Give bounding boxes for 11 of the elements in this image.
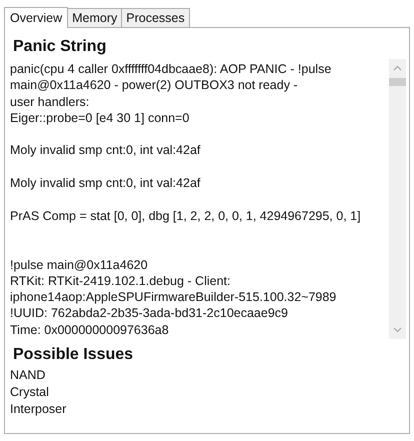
issue-item: NAND [10,367,46,384]
tab[interactable]: Processes [122,8,190,27]
issue-item: Crystal [10,384,49,401]
panic-text: panic(cpu 4 caller 0xfffffff04dbcaae8): AOP PANIC - !pulse main@0x11a4620 - power(2) OUTBOX3 not ready - user handlers: Eiger::probe=0 [e4 30 1] conn=0 Moly invalid smp cnt:0, int val:42af Moly invalid smp cnt:0, int val:42af PrAS Comp = stat [0, 0], dbg [1, 2, 2, 0, 0, 1, 4294967295, 0, 1] !pulse main@0x11a4620 RTKit: RTKit-2419.102.1.debug - Client: iphone14aop:AppleSPUFirmwareBuilder-515.100.32~7989 !UUID: 762abda2-2b35-3ada-bd31-2c10ecaae9c9 Time: 0x00000000097636a8 [10,61,362,339]
scrollbar-thumb[interactable] [389,78,406,86]
tab[interactable]: Memory [68,8,122,27]
section-heading: Panic String [13,37,106,57]
tab[interactable]: Overview [4,7,68,28]
section-heading: Possible Issues [13,345,134,365]
issue-item: Interposer [10,401,66,418]
scrollbar[interactable] [389,59,406,339]
